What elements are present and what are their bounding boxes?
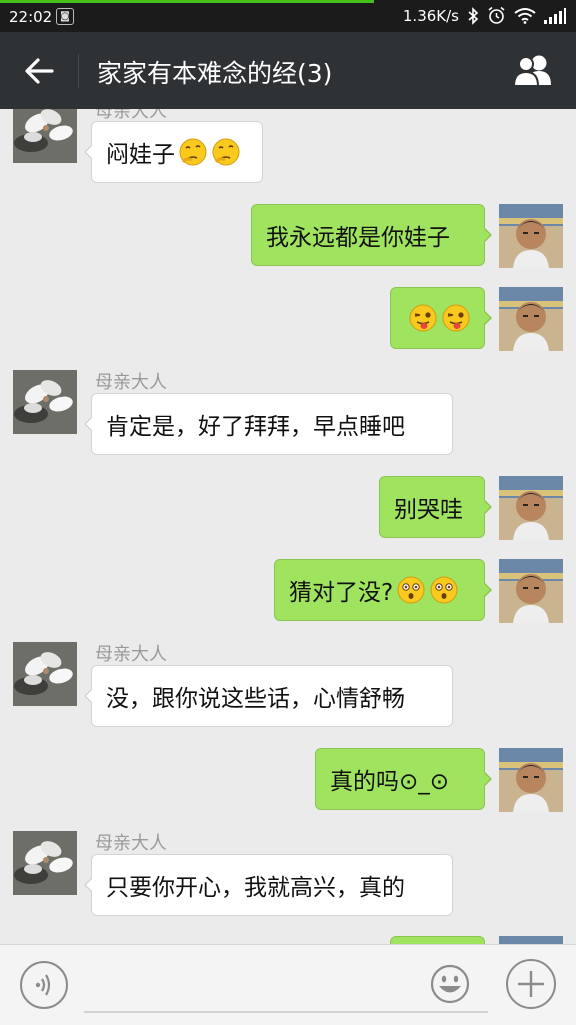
message-bubble-outgoing[interactable]: 我永远都是你娃子 (251, 204, 492, 266)
back-arrow-icon (25, 58, 54, 84)
page-load-progress (0, 0, 374, 3)
status-right-group: 1.36K/s (403, 6, 566, 25)
message-bubble-incoming[interactable]: 没，跟你说这些话，心情舒畅 (84, 665, 453, 727)
message-bubble-incoming[interactable]: 闷娃子 (84, 121, 263, 183)
thinking-emoji-icon (211, 137, 241, 167)
self-avatar[interactable] (499, 748, 563, 812)
chat-title: 家家有本难念的经(3) (97, 59, 333, 88)
signal-icon (544, 7, 566, 24)
voice-input-icon (35, 974, 51, 996)
self-avatar[interactable] (499, 559, 563, 623)
message-input-bar (0, 944, 576, 1025)
alarm-icon (488, 6, 505, 24)
self-avatar[interactable] (499, 287, 563, 351)
emoji-button[interactable] (429, 963, 471, 1005)
message-text: 真的吗⊙_⊙ (330, 769, 450, 795)
mother-avatar[interactable] (13, 642, 77, 706)
mother-avatar[interactable] (13, 109, 77, 163)
message-bubble-outgoing-partial[interactable] (390, 936, 485, 944)
self-avatar[interactable] (499, 204, 563, 268)
emoji-icon (430, 964, 470, 1004)
message-text: 没，跟你说这些话，心情舒畅 (106, 686, 405, 712)
surprised-emoji-icon (429, 575, 459, 605)
self-avatar[interactable] (499, 476, 563, 540)
message-bubble-outgoing[interactable]: 猜对了没? (274, 559, 492, 621)
header-divider (78, 54, 79, 88)
message-bubble-outgoing[interactable]: 别哭哇 (379, 476, 492, 538)
self-avatar[interactable] (499, 936, 563, 944)
app-notification-icon: ◙ (56, 8, 74, 25)
surprised-emoji-icon (396, 575, 426, 605)
message-text: 我永远都是你娃子 (266, 225, 450, 251)
sender-name: 母亲大人 (95, 372, 167, 393)
chat-header: 家家有本难念的经(3) (0, 32, 576, 109)
voice-input-button[interactable] (20, 961, 68, 1009)
group-members-icon (512, 55, 551, 87)
wifi-icon (514, 8, 536, 24)
network-speed: 1.36K/s (402, 6, 459, 25)
mother-avatar[interactable] (13, 831, 77, 895)
message-text: 闷娃子 (106, 142, 175, 168)
sender-name: 母亲大人 (95, 644, 167, 665)
message-bubble-outgoing[interactable] (390, 287, 492, 349)
tongue-wink-emoji-icon (441, 303, 471, 333)
tongue-wink-emoji-icon (408, 303, 438, 333)
chat-message-list[interactable]: 母亲大人 闷娃子 我永远都是你娃子 母亲大人 肯定是，好了拜拜，早点睡吧 别哭哇… (0, 109, 576, 944)
back-button[interactable] (18, 52, 60, 90)
message-text: 只要你开心，我就高兴，真的 (106, 875, 405, 901)
message-text: 肯定是，好了拜拜，早点睡吧 (106, 414, 405, 440)
mother-avatar[interactable] (13, 370, 77, 434)
message-bubble-incoming[interactable]: 肯定是，好了拜拜，早点睡吧 (84, 393, 453, 455)
message-bubble-incoming[interactable]: 只要你开心，我就高兴，真的 (84, 854, 453, 916)
plus-icon (518, 971, 544, 997)
more-options-button[interactable] (506, 959, 556, 1009)
thinking-emoji-icon (178, 137, 208, 167)
bluetooth-icon (468, 6, 479, 25)
group-members-button[interactable] (510, 52, 556, 90)
message-text: 猜对了没? (289, 580, 394, 606)
message-bubble-outgoing[interactable]: 真的吗⊙_⊙ (315, 748, 492, 810)
message-text: 别哭哇 (394, 497, 463, 523)
status-bar: 22:02 ◙ 1.36K/s (0, 0, 576, 32)
message-text-input[interactable] (84, 961, 488, 1013)
status-time: 22:02 (9, 8, 53, 26)
sender-name: 母亲大人 (95, 833, 167, 854)
